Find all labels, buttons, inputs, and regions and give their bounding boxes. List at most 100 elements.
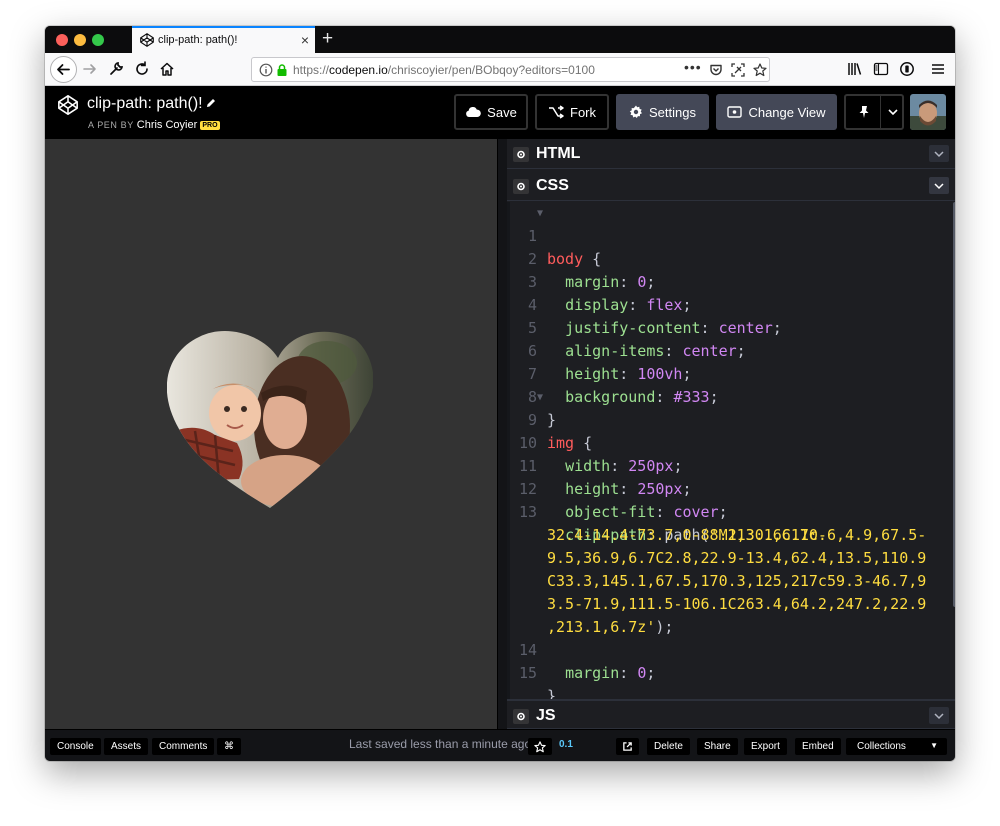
byline-prefix: A PEN BY xyxy=(88,120,134,130)
fold-arrow-icon[interactable]: ▼ xyxy=(537,386,543,409)
pro-badge: PRO xyxy=(200,121,220,130)
code-line: 32.4-14.4-73.7,0-88.1,30.6C110.6,4.9,67.… xyxy=(510,501,950,544)
code-line: 1 ▼ body { xyxy=(510,202,950,268)
last-saved-status: Last saved less than a minute ago xyxy=(349,737,532,751)
line-number: 15 xyxy=(518,664,537,682)
tracking-protection-icon[interactable] xyxy=(899,61,915,77)
window-close-button[interactable] xyxy=(56,34,68,46)
export-button[interactable]: Export xyxy=(744,738,787,755)
js-editor-title: JS xyxy=(536,707,556,724)
html-editor-dropdown[interactable] xyxy=(929,145,949,162)
version-number: 0.1 xyxy=(559,739,573,750)
wrench-icon[interactable] xyxy=(108,61,124,77)
more-icon[interactable]: ••• xyxy=(684,59,702,75)
pen-byline: A PEN BY Chris Coyier PRO xyxy=(88,119,220,131)
tab-strip: clip-path: path()! × + xyxy=(45,26,955,53)
editor-scrollbar[interactable] xyxy=(953,202,955,607)
info-icon[interactable] xyxy=(259,63,273,77)
assets-button[interactable]: Assets xyxy=(104,738,149,755)
code-line: 8 } xyxy=(510,363,950,429)
comments-button[interactable]: Comments xyxy=(152,738,215,755)
back-button[interactable] xyxy=(50,56,77,83)
chevron-down-icon xyxy=(934,183,944,190)
code-line: 4 justify-content: center; xyxy=(510,271,950,337)
window-maximize-button[interactable] xyxy=(92,34,104,46)
code-line: 2 margin: 0; xyxy=(510,225,950,291)
window-minimize-button[interactable] xyxy=(74,34,86,46)
url-scheme: https:// xyxy=(293,63,330,77)
codepen-footer: Console Assets Comments ⌘ Last saved les… xyxy=(45,729,955,761)
code-line: ,213.1,6.7z'); xyxy=(510,593,950,636)
js-settings-gear-icon[interactable] xyxy=(513,709,529,724)
css-editor-header[interactable]: CSS xyxy=(507,171,955,201)
html-editor-title: HTML xyxy=(536,145,581,162)
share-button[interactable]: Share xyxy=(697,738,738,755)
pen-title[interactable]: clip-path: path()! xyxy=(87,95,203,113)
settings-label: Settings xyxy=(649,104,696,120)
code-line: 6 height: 100vh; xyxy=(510,317,950,383)
css-editor-title: CSS xyxy=(536,177,569,194)
editors-pane: HTML CSS 1 ▼ body { 2 margin: 0; 3 displ… xyxy=(507,139,955,729)
code-line: C33.3,145.1,67.5,170.3,125,217c59.3-46.7… xyxy=(510,547,950,590)
console-button[interactable]: Console xyxy=(50,738,101,755)
external-link-icon xyxy=(623,742,632,751)
codepen-logo-icon[interactable] xyxy=(57,94,79,116)
user-avatar[interactable] xyxy=(910,94,946,130)
code-line: 9 ▼ img { xyxy=(510,386,950,452)
browser-tab[interactable]: clip-path: path()! × xyxy=(132,26,315,53)
tab-close-icon[interactable]: × xyxy=(301,31,309,49)
edit-pencil-icon[interactable] xyxy=(205,97,217,109)
chevron-down-icon xyxy=(934,713,944,720)
forward-arrow-icon[interactable] xyxy=(82,61,98,77)
css-settings-gear-icon[interactable] xyxy=(513,179,529,194)
code-line: 11 height: 250px; xyxy=(510,432,950,498)
settings-button[interactable]: Settings xyxy=(616,94,709,130)
fork-button[interactable]: Fork xyxy=(535,94,609,130)
code-line: 5 align-items: center; xyxy=(510,294,950,360)
caret-down-icon: ▼ xyxy=(930,741,938,750)
keyboard-shortcuts-button[interactable]: ⌘ xyxy=(217,738,241,755)
avatar-image xyxy=(910,94,946,130)
screenshot-icon[interactable] xyxy=(731,63,745,77)
delete-button[interactable]: Delete xyxy=(647,738,690,755)
change-view-icon xyxy=(727,106,743,118)
gear-icon xyxy=(629,105,642,118)
save-label: Save xyxy=(487,104,517,120)
author-link[interactable]: Chris Coyier xyxy=(137,119,198,131)
reader-view-icon[interactable] xyxy=(873,61,889,77)
external-view-button[interactable] xyxy=(616,738,639,755)
code-line: 3.5-71.9,111.5-106.1C263.4,64.2,247.2,22… xyxy=(510,570,950,613)
js-editor-dropdown[interactable] xyxy=(929,707,949,724)
cloud-icon xyxy=(466,107,481,117)
code-line: 3 display: flex; xyxy=(510,248,950,314)
hamburger-menu-icon[interactable] xyxy=(930,61,946,77)
pin-dropdown[interactable] xyxy=(880,96,904,128)
html-settings-gear-icon[interactable] xyxy=(513,147,529,162)
css-code-editor[interactable]: 1 ▼ body { 2 margin: 0; 3 display: flex; … xyxy=(507,202,955,705)
url-bar[interactable]: https://codepen.io/chriscoyier/pen/BObqo… xyxy=(251,57,770,82)
fold-arrow-icon[interactable]: ▼ xyxy=(537,202,543,225)
change-view-button[interactable]: Change View xyxy=(716,94,837,130)
tab-title: clip-path: path()! xyxy=(158,34,238,46)
embed-button[interactable]: Embed xyxy=(795,738,841,755)
pocket-icon[interactable] xyxy=(709,63,723,77)
home-icon[interactable] xyxy=(159,61,175,77)
nav-toolbar: https://codepen.io/chriscoyier/pen/BObqo… xyxy=(45,53,955,86)
library-icon[interactable] xyxy=(847,61,863,77)
codepen-favicon-icon xyxy=(140,33,154,47)
save-button[interactable]: Save xyxy=(454,94,528,130)
css-editor-dropdown[interactable] xyxy=(929,177,949,194)
html-editor-header[interactable]: HTML xyxy=(507,139,955,169)
new-tab-icon[interactable]: + xyxy=(322,27,333,51)
pane-resize-handle[interactable] xyxy=(497,139,507,729)
browser-window: clip-path: path()! × + https://codepen.i… xyxy=(45,26,955,761)
pin-button[interactable] xyxy=(844,94,904,130)
url-text[interactable]: https://codepen.io/chriscoyier/pen/BObqo… xyxy=(293,63,595,77)
collections-dropdown[interactable]: Collections ▼ xyxy=(846,738,947,755)
bookmark-star-icon[interactable] xyxy=(753,63,767,77)
lock-icon xyxy=(277,64,287,76)
pin-icon xyxy=(859,106,869,118)
star-button[interactable] xyxy=(528,738,552,755)
js-editor-header[interactable]: JS xyxy=(507,699,955,729)
reload-icon[interactable] xyxy=(134,61,150,77)
